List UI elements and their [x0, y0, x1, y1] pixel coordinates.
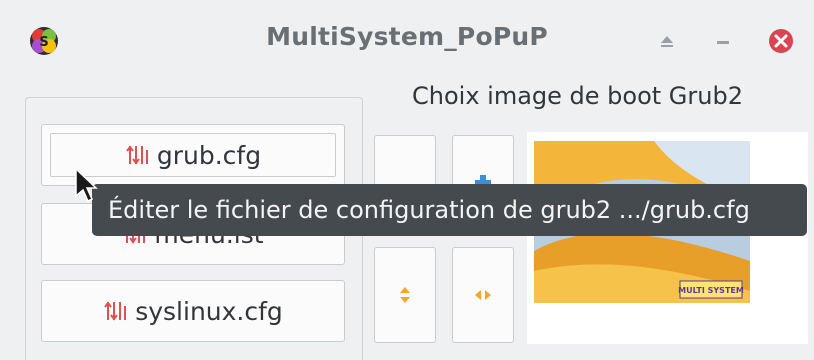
- close-icon[interactable]: [766, 26, 796, 56]
- horizontal-resize-button[interactable]: [452, 247, 514, 343]
- config-sliders-icon: [104, 301, 127, 321]
- window-title: MultiSystem_PoPuP: [266, 22, 548, 51]
- grub2-heading: Choix image de boot Grub2: [412, 82, 743, 110]
- vertical-resize-button[interactable]: [374, 247, 436, 343]
- config-sliders-icon: [126, 145, 148, 165]
- vertical-resize-icon: [400, 287, 410, 303]
- syslinux-cfg-label: syslinux.cfg: [135, 296, 283, 326]
- mouse-pointer-icon: [75, 167, 98, 203]
- keep-above-icon[interactable]: [652, 26, 682, 56]
- thumbnail-badge: MULTI SYSTEM: [678, 286, 744, 295]
- minimize-icon[interactable]: [708, 26, 738, 56]
- grub-cfg-label: grub.cfg: [156, 140, 262, 170]
- tooltip: Éditer le fichier de configuration de gr…: [92, 184, 807, 236]
- title-bar[interactable]: S MultiSystem_PoPuP: [0, 0, 814, 82]
- syslinux-cfg-button[interactable]: syslinux.cfg: [41, 280, 345, 342]
- horizontal-resize-icon: [475, 290, 491, 300]
